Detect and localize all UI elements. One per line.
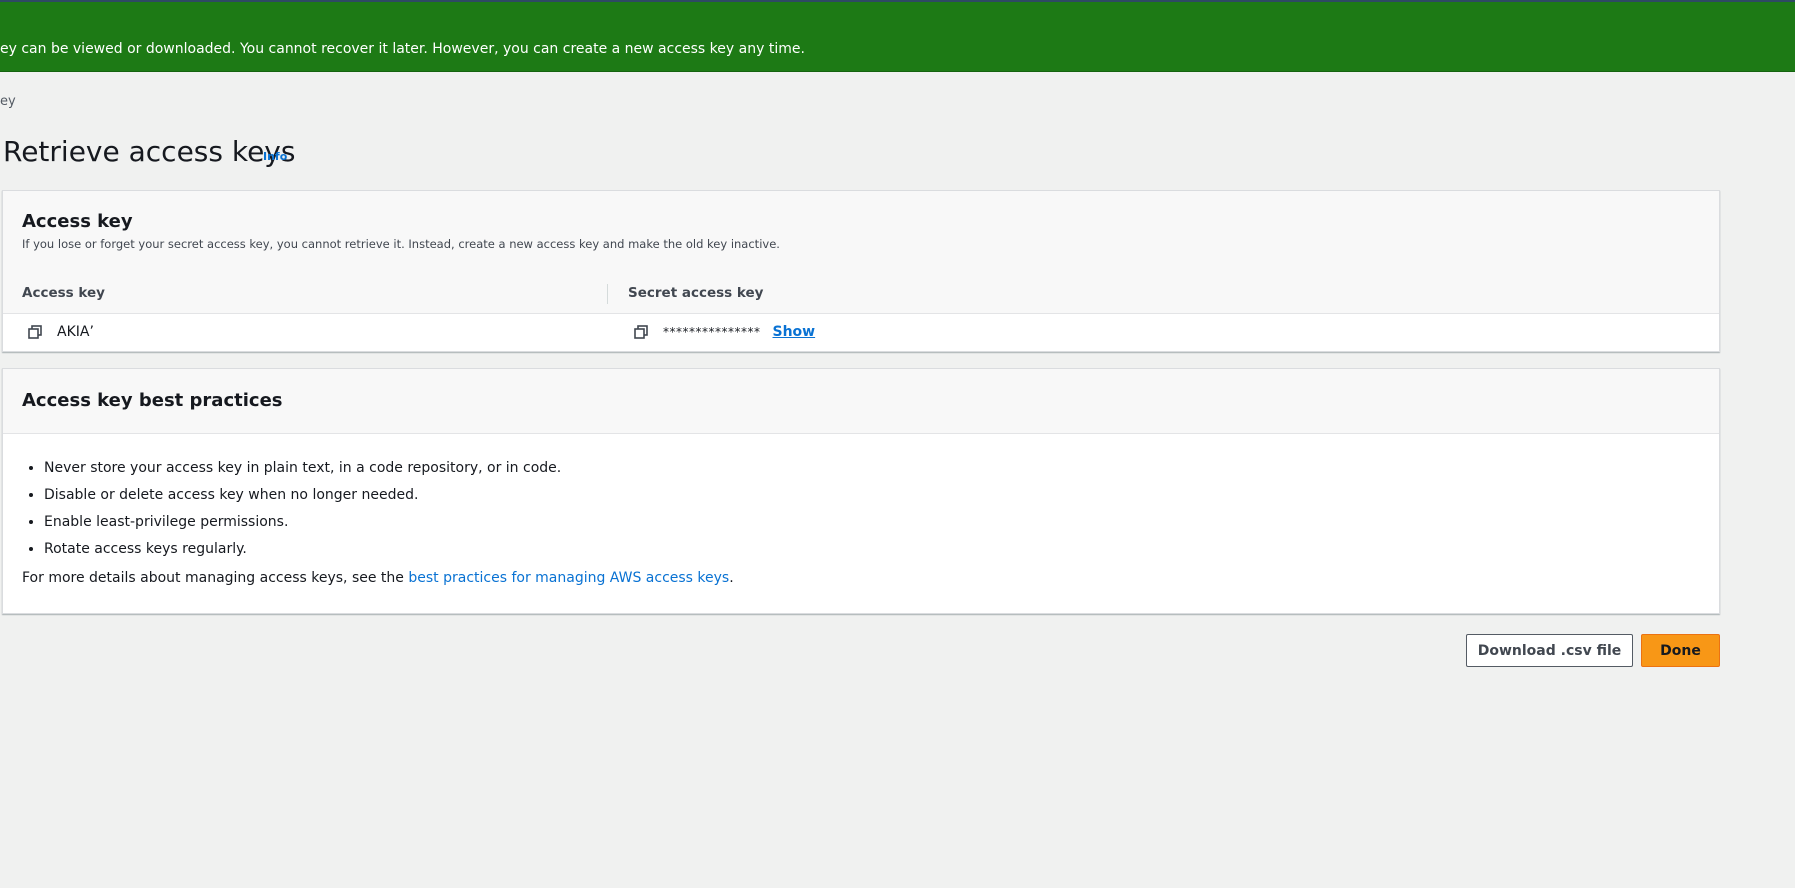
list-item: Never store your access key in plain tex…	[44, 455, 561, 482]
success-banner: ey can be viewed or downloaded. You cann…	[0, 0, 1795, 72]
download-csv-button[interactable]: Download .csv file	[1466, 634, 1633, 667]
banner-message: ey can be viewed or downloaded. You cann…	[0, 41, 805, 57]
table-row: AKIA’ *************** Show	[3, 313, 1719, 352]
best-practices-panel-title: Access key best practices	[22, 390, 283, 411]
access-key-panel-title: Access key	[22, 211, 133, 232]
list-item: Disable or delete access key when no lon…	[44, 482, 561, 509]
secret-access-key-cell: *************** Show	[633, 324, 815, 340]
details-suffix: .	[729, 570, 734, 586]
column-header-access-key: Access key	[22, 285, 105, 301]
access-key-cell: AKIA’	[27, 324, 94, 340]
show-secret-link[interactable]: Show	[773, 324, 816, 340]
best-practices-list: Never store your access key in plain tex…	[22, 455, 561, 563]
secret-access-key-masked: ***************	[663, 325, 761, 339]
done-button[interactable]: Done	[1641, 634, 1720, 667]
access-key-value: AKIA’	[57, 324, 94, 340]
list-item: Enable least-privilege permissions.	[44, 509, 561, 536]
best-practices-panel: Access key best practices Never store yo…	[2, 368, 1720, 614]
copy-icon[interactable]	[633, 324, 649, 340]
table-header: Access key Secret access key	[3, 274, 1719, 314]
breadcrumb[interactable]: ey	[0, 94, 16, 110]
page-title: Retrieve access keys	[3, 135, 296, 168]
info-link[interactable]: Info	[263, 150, 287, 163]
best-practices-panel-header: Access key best practices	[3, 369, 1719, 434]
access-key-panel-description: If you lose or forget your secret access…	[22, 237, 780, 251]
access-key-panel: Access key If you lose or forget your se…	[2, 190, 1720, 352]
copy-icon[interactable]	[27, 324, 43, 340]
access-key-panel-header: Access key If you lose or forget your se…	[3, 191, 1719, 275]
list-item: Rotate access keys regularly.	[44, 536, 561, 563]
details-text: For more details about managing access k…	[22, 570, 734, 586]
details-prefix: For more details about managing access k…	[22, 570, 409, 586]
column-header-secret-access-key: Secret access key	[628, 285, 764, 301]
column-divider	[607, 284, 608, 304]
best-practices-link[interactable]: best practices for managing AWS access k…	[408, 570, 729, 586]
